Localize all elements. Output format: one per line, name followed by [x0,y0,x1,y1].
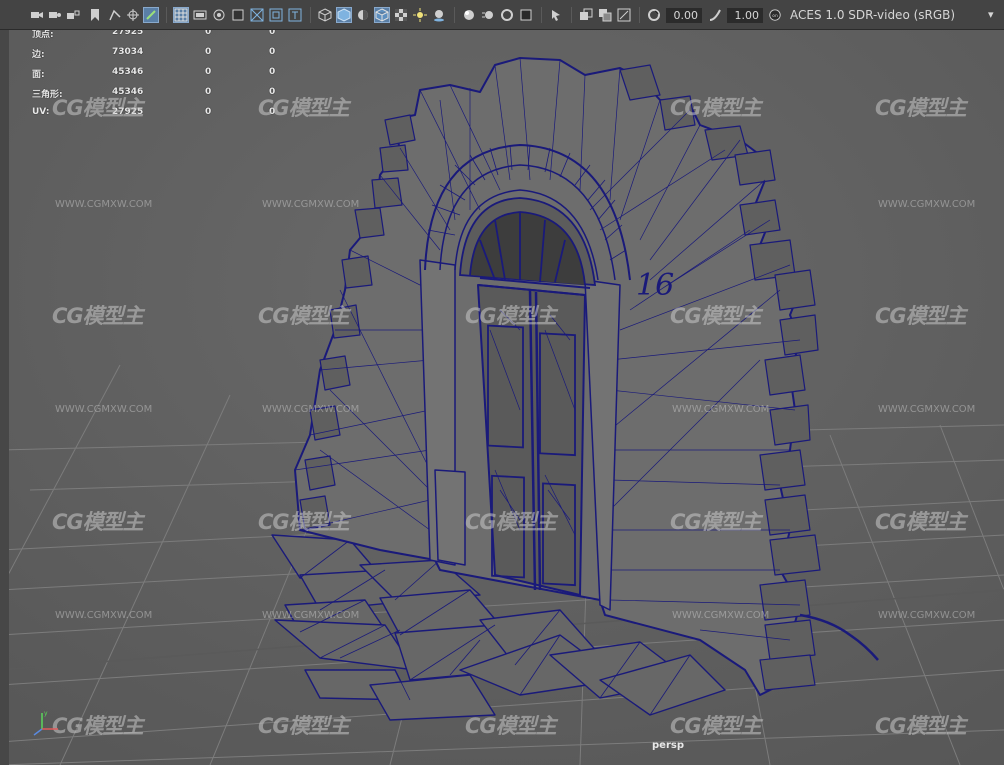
watermark-url: WWW.CGMXW.COM [878,199,976,210]
watermark-logo: CG模型主 [258,96,350,120]
field-chart-icon[interactable] [250,8,264,22]
safe-action-icon[interactable] [269,8,283,22]
watermark-logo: CG模型主 [670,304,762,328]
hud-value: 0 [205,67,212,77]
safe-title-icon[interactable] [288,8,302,22]
xray-joints-icon[interactable] [598,8,612,22]
hud-value: 0 [205,107,212,117]
depth-of-field-icon[interactable] [519,8,533,22]
isolate-icon[interactable] [549,8,563,22]
default-material-icon[interactable] [356,8,370,22]
hud-value: 45346 [112,67,144,77]
watermark-logo: CG模型主 [52,714,144,738]
gamma-field[interactable]: 1.00 [727,8,763,23]
watermark-url: WWW.CGMXW.COM [878,610,976,621]
hud-label-edges: 边: [32,50,45,60]
color-management-icon[interactable]: on [768,8,784,22]
gate-mask-icon[interactable] [231,8,245,22]
grease-pencil-icon[interactable] [143,7,159,23]
anti-aliasing-icon[interactable] [500,8,514,22]
xray-active-components-icon[interactable] [617,8,631,22]
viewport-toolbar: 0.00 1.00 on ACES 1.0 SDR-video (sRGB) ▾ [0,0,1004,30]
camera-lock-icon[interactable] [66,8,80,22]
watermark-url: WWW.CGMXW.COM [878,404,976,415]
watermark-logo: CG模型主 [670,510,762,534]
gamma-icon[interactable] [708,8,722,22]
hud-value: 0 [269,67,276,77]
watermark-logo: CG模型主 [875,304,967,328]
watermark-url: WWW.CGMXW.COM [55,404,153,415]
watermark-logo: CG模型主 [52,510,144,534]
watermark-url: WWW.CGMXW.COM [55,610,153,621]
watermark-logo: CG模型主 [258,714,350,738]
hud-value: 0 [269,47,276,57]
image-plane-icon[interactable] [108,8,122,22]
hud-value: 0 [269,30,276,37]
hud-value: 27925 [112,30,144,37]
lights-icon[interactable] [413,8,427,22]
watermark-logo: CG模型主 [465,304,557,328]
xray-icon[interactable] [579,8,593,22]
ambient-occlusion-icon[interactable] [462,8,476,22]
watermark-url: WWW.CGMXW.COM [672,610,770,621]
wireframe-on-shaded-icon[interactable] [374,7,390,23]
watermark-logo: CG模型主 [258,304,350,328]
exposure-field[interactable]: 0.00 [666,8,702,23]
camera-select-icon[interactable] [30,8,44,22]
left-panel-edge [0,30,9,765]
hud-value: 0 [205,47,212,57]
film-gate-icon[interactable] [193,8,207,22]
two-d-pan-icon[interactable] [126,8,140,22]
watermark-logo: CG模型主 [465,714,557,738]
hud-label-vertices: 顶点: [32,30,54,40]
watermark-logo: CG模型主 [52,96,144,120]
camera-attribute-icon[interactable] [48,8,62,22]
watermark-logo: CG模型主 [465,510,557,534]
camera-name-label: persp [652,740,684,751]
motion-blur-icon[interactable] [481,8,495,22]
grid-icon[interactable] [173,7,189,23]
svg-text:on: on [772,14,778,19]
hud-label-uvs: UV: [32,107,50,117]
shadows-icon[interactable] [432,8,446,22]
hud-value: 0 [205,87,212,97]
wireframe-icon[interactable] [318,8,332,22]
watermark-logo: CG模型主 [875,96,967,120]
hud-label-faces: 面: [32,70,45,80]
view-transform-dropdown[interactable]: ACES 1.0 SDR-video (sRGB) [790,7,955,24]
watermark-logo: CG模型主 [670,96,762,120]
textured-icon[interactable] [394,8,408,22]
hud-value: 73034 [112,47,144,57]
perspective-viewport[interactable]: 16 顶点: 27925 0 0 边: 73034 0 0 面: 45346 0… [0,30,1004,765]
watermark-url: WWW.CGMXW.COM [55,199,153,210]
hud-value: 0 [205,30,212,37]
scene-canvas[interactable]: 16 [0,30,1004,765]
axis-gizmo-icon: y [33,710,58,736]
chevron-down-icon[interactable]: ▾ [988,8,994,21]
watermark-logo: CG模型主 [875,714,967,738]
smooth-shade-icon[interactable] [336,7,352,23]
watermark-url: WWW.CGMXW.COM [262,199,360,210]
watermark-url: WWW.CGMXW.COM [262,404,360,415]
watermark-logo: CG模型主 [52,304,144,328]
resolution-gate-icon[interactable] [212,8,226,22]
watermark-logo: CG模型主 [875,510,967,534]
watermark-logo: CG模型主 [670,714,762,738]
watermark-url: WWW.CGMXW.COM [672,404,770,415]
exposure-icon[interactable] [647,8,661,22]
watermark-logo: CG模型主 [258,510,350,534]
svg-text:y: y [44,710,48,717]
watermark-url: WWW.CGMXW.COM [262,610,360,621]
house-number: 16 [636,268,674,303]
maya-window: 0.00 1.00 on ACES 1.0 SDR-video (sRGB) ▾ [0,0,1004,765]
bookmark-icon[interactable] [88,8,102,22]
